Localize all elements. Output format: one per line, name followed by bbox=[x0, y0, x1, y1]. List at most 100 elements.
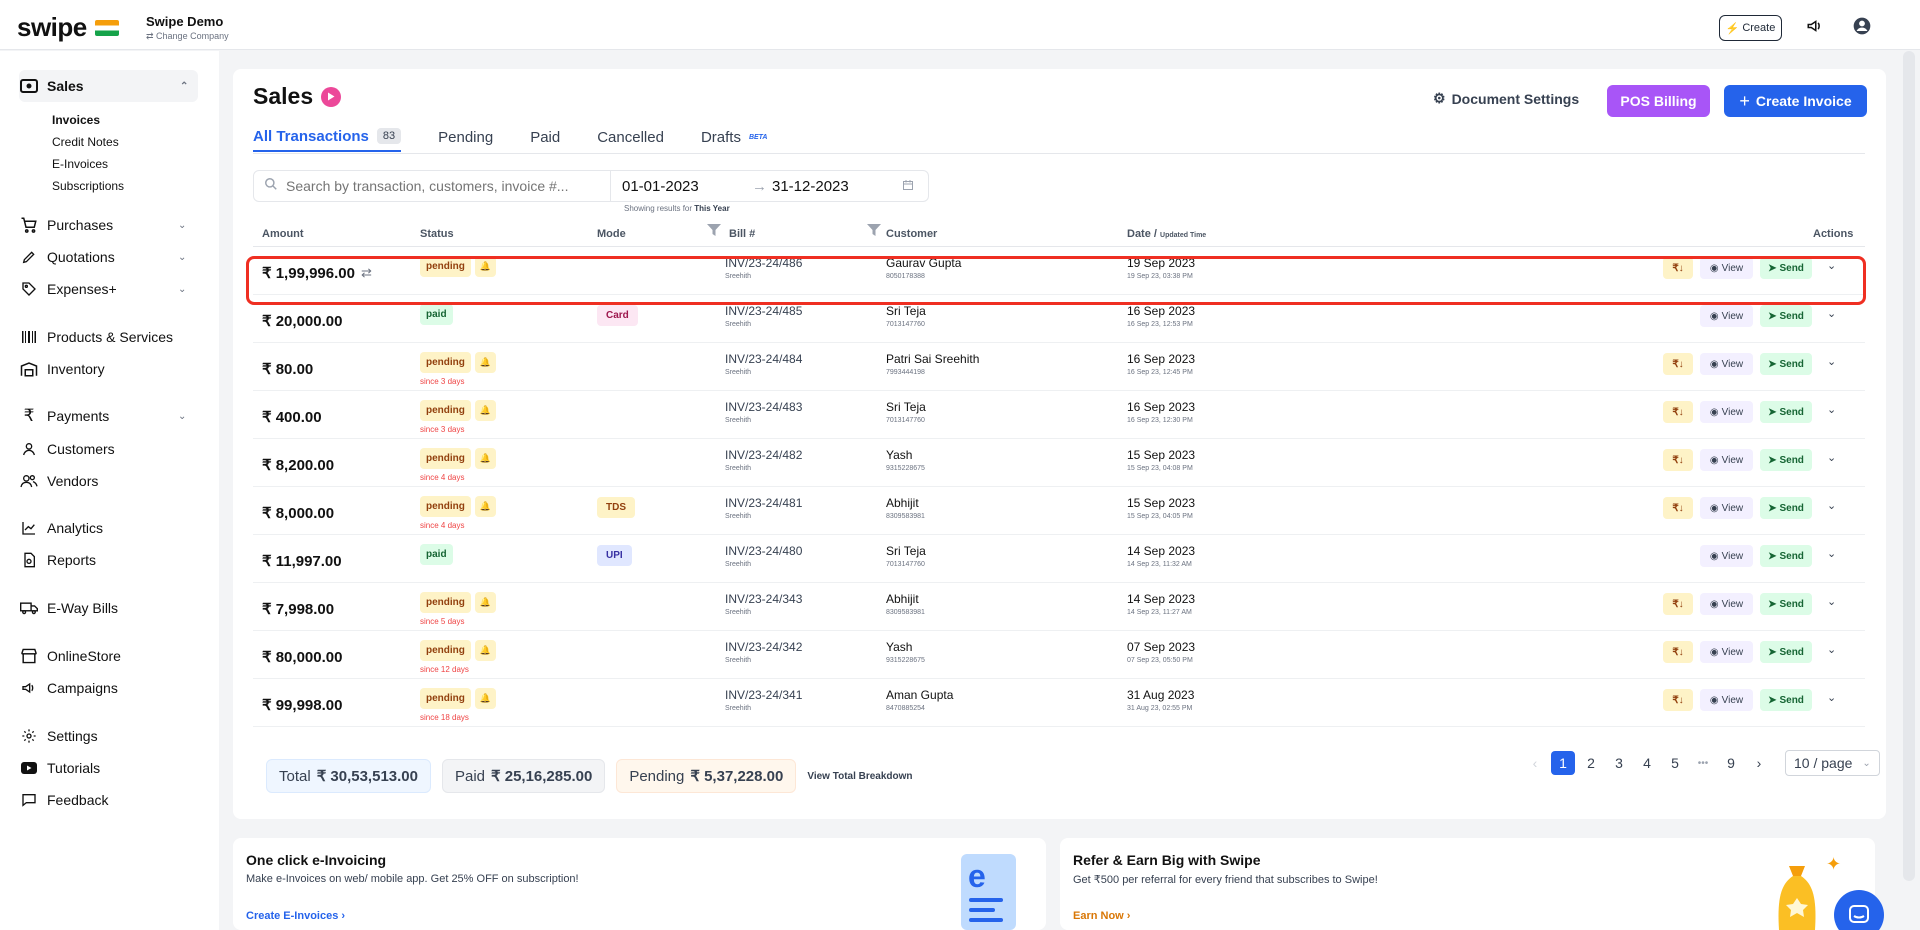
page-size-select[interactable]: 10 / page ⌄ bbox=[1785, 750, 1880, 776]
bell-reminder-icon[interactable]: 🔔 bbox=[474, 688, 497, 709]
sidebar-item-vendors[interactable]: Vendors bbox=[20, 466, 98, 496]
send-button[interactable]: ➤ Send bbox=[1760, 353, 1812, 375]
change-company-link[interactable]: ⇄ Change Company bbox=[146, 31, 229, 42]
view-button[interactable]: ◉ View bbox=[1700, 449, 1753, 471]
send-button[interactable]: ➤ Send bbox=[1760, 497, 1812, 519]
view-button[interactable]: ◉ View bbox=[1700, 257, 1753, 279]
sidebar-item-purchases[interactable]: Purchases ⌄ bbox=[20, 210, 186, 240]
row-bill[interactable]: INV/23-24/486 Sreehith bbox=[725, 256, 802, 280]
view-button[interactable]: ◉ View bbox=[1700, 305, 1753, 327]
chevron-down-icon[interactable]: ⌄ bbox=[1827, 595, 1836, 608]
rupee-download-button[interactable]: ₹↓ bbox=[1663, 353, 1693, 375]
row-bill[interactable]: INV/23-24/480 Sreehith bbox=[725, 544, 802, 568]
pos-billing-button[interactable]: POS Billing bbox=[1607, 85, 1710, 117]
sidebar-item-feedback[interactable]: Feedback bbox=[20, 785, 108, 815]
page-4[interactable]: 4 bbox=[1635, 751, 1659, 775]
sidebar-item-analytics[interactable]: Analytics bbox=[20, 513, 103, 543]
sidebar-sub-e-invoices[interactable]: E-Invoices bbox=[52, 157, 108, 171]
sidebar-item-eway-bills[interactable]: E-Way Bills bbox=[20, 593, 118, 623]
table-row[interactable]: ₹ 80.00 pending 🔔 since 3 days INV/23-24/484… bbox=[253, 343, 1865, 391]
row-customer[interactable]: Abhijit 8309583981 bbox=[886, 496, 925, 520]
view-button[interactable]: ◉ View bbox=[1700, 497, 1753, 519]
sidebar-item-products[interactable]: Products & Services bbox=[20, 322, 173, 352]
sidebar-sub-credit-notes[interactable]: Credit Notes bbox=[52, 135, 119, 149]
row-bill[interactable]: INV/23-24/485 Sreehith bbox=[725, 304, 802, 328]
row-bill[interactable]: INV/23-24/482 Sreehith bbox=[725, 448, 802, 472]
bell-reminder-icon[interactable]: 🔔 bbox=[474, 640, 497, 661]
chevron-down-icon[interactable]: ⌄ bbox=[1827, 307, 1836, 320]
chevron-down-icon[interactable]: ⌄ bbox=[1827, 691, 1836, 704]
chevron-down-icon[interactable]: ⌄ bbox=[1827, 499, 1836, 512]
row-customer[interactable]: Sri Teja 7013147760 bbox=[886, 304, 926, 328]
next-page-icon[interactable]: › bbox=[1747, 751, 1771, 775]
chat-support-button[interactable] bbox=[1834, 890, 1884, 930]
page-5[interactable]: 5 bbox=[1663, 751, 1687, 775]
send-button[interactable]: ➤ Send bbox=[1760, 257, 1812, 279]
view-total-breakdown-link[interactable]: View Total Breakdown bbox=[807, 771, 912, 782]
bell-reminder-icon[interactable]: 🔔 bbox=[474, 448, 497, 469]
sidebar-item-inventory[interactable]: Inventory bbox=[20, 354, 105, 384]
bell-reminder-icon[interactable]: 🔔 bbox=[474, 400, 497, 421]
row-customer[interactable]: Sri Teja 7013147760 bbox=[886, 400, 926, 424]
table-row[interactable]: ₹ 99,998.00 pending 🔔 since 18 days INV/23-2… bbox=[253, 679, 1865, 727]
chevron-down-icon[interactable]: ⌄ bbox=[1827, 403, 1836, 416]
rupee-download-button[interactable]: ₹↓ bbox=[1663, 449, 1693, 471]
bell-reminder-icon[interactable]: 🔔 bbox=[474, 256, 497, 277]
rupee-download-button[interactable]: ₹↓ bbox=[1663, 257, 1693, 279]
document-settings-button[interactable]: ⚙ Document Settings bbox=[1433, 90, 1579, 107]
page-scrollbar[interactable] bbox=[1903, 51, 1915, 881]
sidebar-sub-invoices[interactable]: Invoices bbox=[52, 113, 100, 127]
table-row[interactable]: ₹ 7,998.00 pending 🔔 since 5 days INV/23-24/… bbox=[253, 583, 1865, 631]
send-button[interactable]: ➤ Send bbox=[1760, 401, 1812, 423]
view-button[interactable]: ◉ View bbox=[1700, 689, 1753, 711]
send-button[interactable]: ➤ Send bbox=[1760, 545, 1812, 567]
row-bill[interactable]: INV/23-24/484 Sreehith bbox=[725, 352, 802, 376]
table-row[interactable]: ₹ 8,200.00 pending 🔔 since 4 days INV/23-24/… bbox=[253, 439, 1865, 487]
table-row[interactable]: ₹ 20,000.00 paid Card INV/23-24/485 Sreehith… bbox=[253, 295, 1865, 343]
row-bill[interactable]: INV/23-24/481 Sreehith bbox=[725, 496, 802, 520]
view-button[interactable]: ◉ View bbox=[1700, 401, 1753, 423]
row-customer[interactable]: Yash 9315228675 bbox=[886, 448, 925, 472]
table-row[interactable]: ₹ 11,997.00 paid UPI INV/23-24/480 Sreehith S… bbox=[253, 535, 1865, 583]
sidebar-sub-subscriptions[interactable]: Subscriptions bbox=[52, 179, 124, 193]
row-customer[interactable]: Sri Teja 7013147760 bbox=[886, 544, 926, 568]
company-switcher[interactable]: Swipe Demo ⇄ Change Company bbox=[146, 14, 229, 42]
date-from[interactable]: 01-01-2023 bbox=[622, 178, 752, 195]
sidebar-item-quotations[interactable]: Quotations ⌄ bbox=[20, 242, 186, 272]
row-customer[interactable]: Gaurav Gupta 8050178388 bbox=[886, 256, 961, 280]
row-customer[interactable]: Abhijit 8309583981 bbox=[886, 592, 925, 616]
row-bill[interactable]: INV/23-24/343 Sreehith bbox=[725, 592, 802, 616]
sidebar-item-sales[interactable]: Sales ⌃ bbox=[20, 71, 188, 101]
page-3[interactable]: 3 bbox=[1607, 751, 1631, 775]
filter-icon[interactable] bbox=[867, 224, 881, 239]
view-button[interactable]: ◉ View bbox=[1700, 545, 1753, 567]
chevron-down-icon[interactable]: ⌄ bbox=[1827, 643, 1836, 656]
row-customer[interactable]: Aman Gupta 8470885254 bbox=[886, 688, 953, 712]
tab-cancelled[interactable]: Cancelled bbox=[597, 122, 664, 152]
chevron-down-icon[interactable]: ⌄ bbox=[1827, 547, 1836, 560]
tab-pending[interactable]: Pending bbox=[438, 122, 493, 152]
chevron-down-icon[interactable]: ⌄ bbox=[1827, 355, 1836, 368]
table-row[interactable]: ₹ 8,000.00 pending 🔔 since 4 days TDS INV/23-… bbox=[253, 487, 1865, 535]
rupee-download-button[interactable]: ₹↓ bbox=[1663, 641, 1693, 663]
send-button[interactable]: ➤ Send bbox=[1760, 689, 1812, 711]
swipe-logo[interactable]: swipe bbox=[17, 12, 119, 43]
create-invoice-button[interactable]: + Create Invoice bbox=[1724, 85, 1867, 117]
page-9[interactable]: 9 bbox=[1719, 751, 1743, 775]
chevron-down-icon[interactable]: ⌄ bbox=[1827, 259, 1836, 272]
row-bill[interactable]: INV/23-24/341 Sreehith bbox=[725, 688, 802, 712]
quick-create-button[interactable]: ⚡ Create bbox=[1719, 15, 1782, 41]
tab-paid[interactable]: Paid bbox=[530, 122, 560, 152]
send-button[interactable]: ➤ Send bbox=[1760, 641, 1812, 663]
bell-reminder-icon[interactable]: 🔔 bbox=[474, 496, 497, 517]
search-input[interactable] bbox=[286, 178, 606, 194]
create-einvoices-link[interactable]: Create E-Invoices › bbox=[246, 910, 345, 922]
page-2[interactable]: 2 bbox=[1579, 751, 1603, 775]
sidebar-item-tutorials[interactable]: Tutorials bbox=[20, 753, 100, 783]
send-button[interactable]: ➤ Send bbox=[1760, 449, 1812, 471]
page-ellipsis[interactable]: ••• bbox=[1691, 751, 1715, 775]
tab-drafts[interactable]: Drafts BETA bbox=[701, 122, 768, 152]
row-bill[interactable]: INV/23-24/483 Sreehith bbox=[725, 400, 802, 424]
calendar-icon[interactable] bbox=[902, 178, 914, 195]
bell-reminder-icon[interactable]: 🔔 bbox=[474, 352, 497, 373]
